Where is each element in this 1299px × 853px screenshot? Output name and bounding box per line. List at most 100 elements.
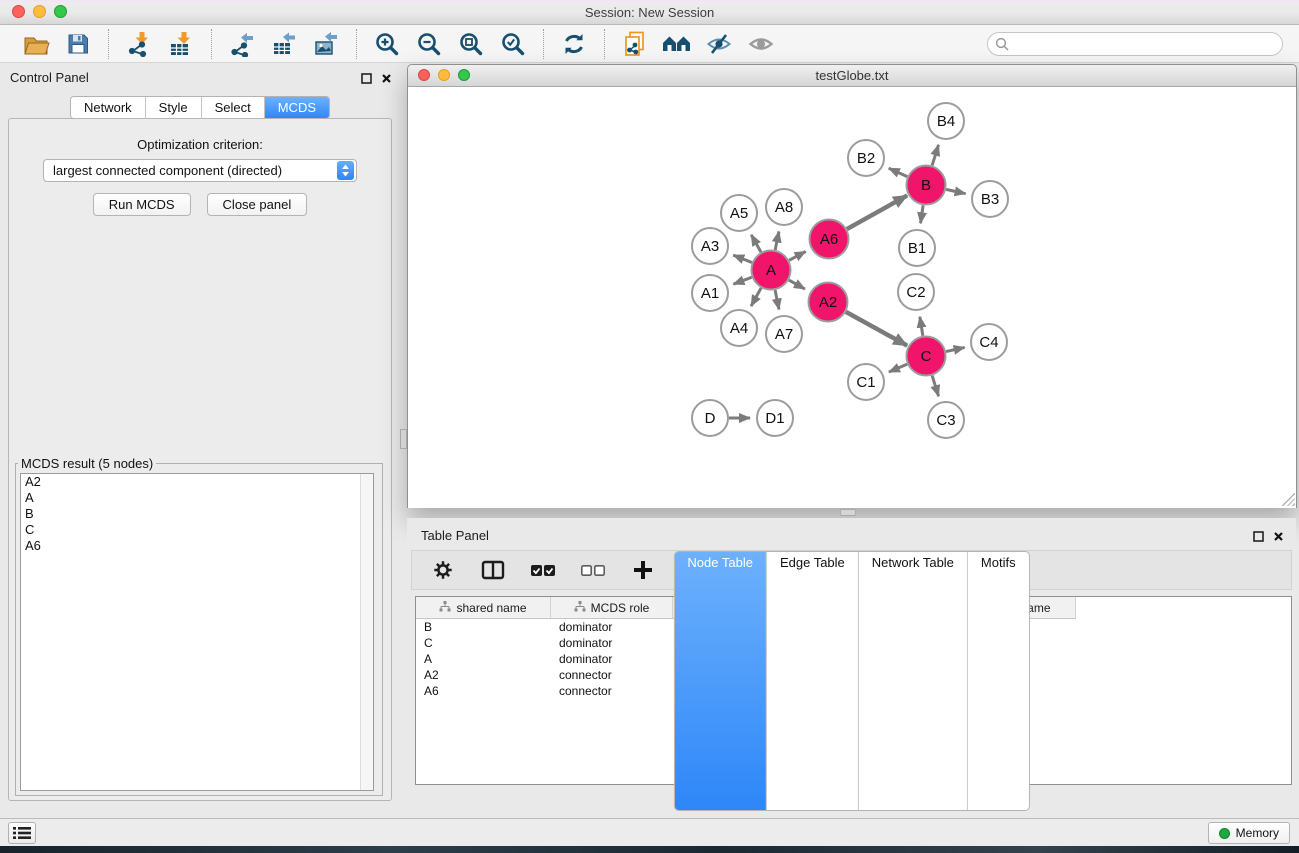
criterion-selected-value: largest connected component (directed) — [44, 163, 337, 178]
mcds-result-item[interactable]: A — [21, 490, 373, 506]
edge-C-C4[interactable] — [946, 347, 965, 351]
edge-A-A4[interactable] — [751, 288, 761, 306]
export-image-icon[interactable] — [310, 30, 342, 58]
network-graph[interactable]: B4B2BB3A5A8A6A3B1AA1C2A2A4A7C4CC1C3DD1 — [408, 87, 1296, 508]
close-table-panel-icon[interactable] — [1273, 529, 1284, 547]
table-cell[interactable]: B — [416, 619, 551, 635]
run-mcds-button[interactable]: Run MCDS — [93, 193, 191, 216]
memory-status-icon — [1219, 828, 1230, 839]
node-label-B1: B1 — [908, 240, 926, 257]
result-list-scrollbar[interactable] — [360, 474, 373, 790]
window-title: Session: New Session — [0, 5, 1299, 20]
zoom-in-icon[interactable] — [371, 30, 403, 58]
table-cell[interactable]: dominator — [551, 619, 673, 635]
select-all-checkboxes-icon[interactable] — [530, 557, 556, 583]
edge-C-C3[interactable] — [932, 376, 938, 397]
save-session-icon[interactable] — [62, 30, 94, 58]
status-bar: Memory — [0, 818, 1299, 846]
window-titlebar: Session: New Session — [0, 0, 1299, 25]
edge-A-A7[interactable] — [775, 290, 779, 309]
new-network-from-selection-icon[interactable] — [619, 30, 651, 58]
table-cell[interactable]: A — [416, 651, 551, 667]
mcds-result-item[interactable]: C — [21, 522, 373, 538]
table-cell[interactable]: connector — [551, 683, 673, 699]
split-columns-icon[interactable] — [480, 557, 506, 583]
table-cell[interactable]: dominator — [551, 635, 673, 651]
search-icon — [995, 37, 1009, 56]
edge-B-B4[interactable] — [932, 145, 938, 166]
open-file-icon[interactable] — [20, 30, 52, 58]
settings-gear-icon[interactable] — [430, 557, 456, 583]
edge-A-A6[interactable] — [789, 251, 806, 260]
import-network-icon[interactable] — [123, 30, 155, 58]
minimize-window-button[interactable] — [33, 5, 46, 18]
search-input[interactable] — [987, 32, 1283, 56]
memory-button[interactable]: Memory — [1208, 822, 1290, 844]
node-label-C1: C1 — [856, 374, 875, 391]
table-tab-node-table[interactable]: Node Table — [674, 552, 767, 810]
add-row-icon[interactable] — [630, 557, 656, 583]
tab-style[interactable]: Style — [146, 97, 202, 118]
table-cell[interactable]: A6 — [416, 683, 551, 699]
close-window-button[interactable] — [12, 5, 25, 18]
table-cell[interactable]: dominator — [551, 651, 673, 667]
edge-A6-B[interactable] — [847, 195, 907, 229]
column-header-mcds-role[interactable]: MCDS role — [551, 597, 673, 619]
table-cell[interactable]: C — [416, 635, 551, 651]
task-history-button[interactable] — [8, 822, 36, 844]
export-network-icon[interactable] — [226, 30, 258, 58]
edge-C-C1[interactable] — [889, 364, 907, 372]
edge-B-B2[interactable] — [889, 168, 908, 176]
node-label-A1: A1 — [701, 285, 719, 302]
control-panel-title: Control Panel — [10, 70, 89, 85]
panel-divider-grip[interactable] — [400, 429, 407, 449]
tab-network[interactable]: Network — [71, 97, 146, 118]
table-cell[interactable]: connector — [551, 667, 673, 683]
import-table-icon[interactable] — [165, 30, 197, 58]
table-tab-edge-table[interactable]: Edge Table — [767, 552, 859, 810]
edge-A-A8[interactable] — [775, 231, 779, 249]
export-table-icon[interactable] — [268, 30, 300, 58]
float-panel-icon[interactable] — [361, 71, 372, 89]
zoom-window-button[interactable] — [54, 5, 67, 18]
refresh-icon[interactable] — [558, 30, 590, 58]
network-window-titlebar[interactable]: testGlobe.txt — [408, 65, 1296, 87]
optimization-criterion-select[interactable]: largest connected component (directed) — [43, 159, 357, 182]
network-canvas[interactable]: B4B2BB3A5A8A6A3B1AA1C2A2A4A7C4CC1C3DD1 — [408, 87, 1296, 508]
edge-B-B1[interactable] — [921, 205, 924, 223]
edge-C-C2[interactable] — [920, 317, 923, 336]
tab-select[interactable]: Select — [202, 97, 265, 118]
close-panel-button[interactable]: Close panel — [207, 193, 308, 216]
column-header-shared-name[interactable]: shared name — [416, 597, 551, 619]
mcds-result-item[interactable]: B — [21, 506, 373, 522]
deselect-checkboxes-icon[interactable] — [580, 557, 606, 583]
node-label-C4: C4 — [979, 334, 998, 351]
close-panel-icon[interactable] — [381, 71, 392, 89]
edge-A-A3[interactable] — [733, 255, 752, 262]
mcds-result-item[interactable]: A2 — [21, 474, 373, 490]
tab-mcds[interactable]: MCDS — [265, 97, 329, 118]
edge-A-A5[interactable] — [751, 235, 761, 252]
float-table-panel-icon[interactable] — [1253, 529, 1264, 547]
table-tab-network-table[interactable]: Network Table — [859, 552, 968, 810]
edge-A-A1[interactable] — [733, 277, 751, 284]
table-cell[interactable]: A2 — [416, 667, 551, 683]
table-tab-motifs[interactable]: Motifs — [968, 552, 1029, 810]
network-window-title: testGlobe.txt — [408, 68, 1296, 83]
control-panel-tabs: NetworkStyleSelectMCDS — [70, 96, 330, 119]
mcds-result-list[interactable]: A2ABCA6 — [20, 473, 374, 791]
mcds-result-item[interactable]: A6 — [21, 538, 373, 554]
node-label-A: A — [766, 262, 776, 279]
edge-A2-C[interactable] — [846, 312, 907, 346]
first-neighbors-icon[interactable] — [661, 30, 693, 58]
show-all-icon[interactable] — [745, 30, 777, 58]
edge-B-B3[interactable] — [946, 189, 966, 193]
hide-selected-icon[interactable] — [703, 30, 735, 58]
zoom-out-icon[interactable] — [413, 30, 445, 58]
node-label-A3: A3 — [701, 238, 719, 255]
zoom-selected-icon[interactable] — [497, 30, 529, 58]
horizontal-splitter-handle[interactable] — [840, 509, 856, 516]
edge-A-A2[interactable] — [789, 280, 805, 289]
zoom-fit-icon[interactable] — [455, 30, 487, 58]
window-resize-handle[interactable] — [1282, 493, 1295, 506]
